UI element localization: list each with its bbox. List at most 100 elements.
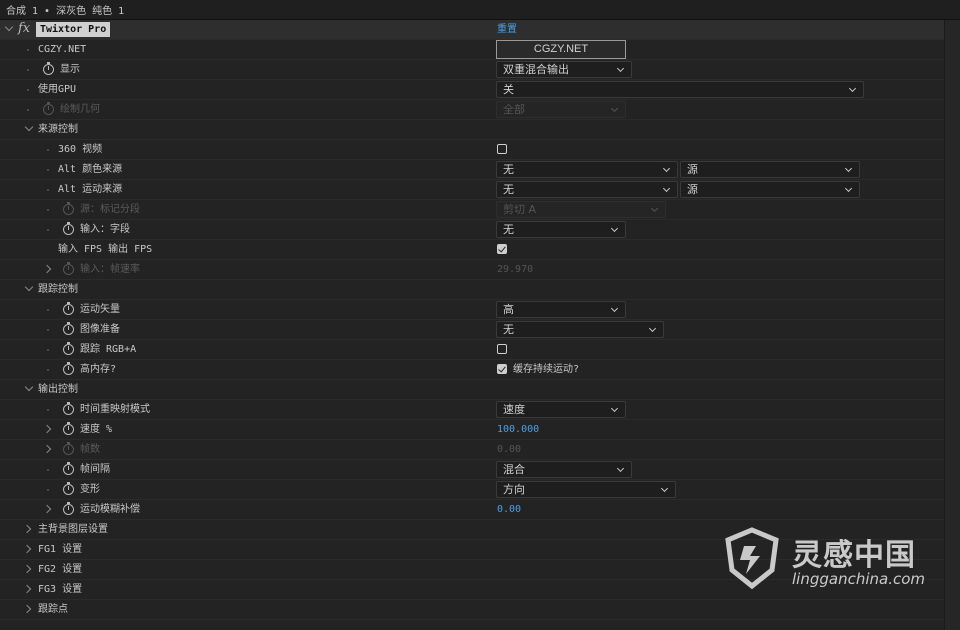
gpu-label: 使用GPU [38, 84, 77, 95]
motion-blur-label: 运动模糊补偿 [80, 504, 140, 515]
remap-mode-label: 时间重映射模式 [80, 404, 150, 415]
speed-value[interactable]: 100.000 [497, 420, 539, 439]
motion-vector-row: 运动矢量 高 [0, 300, 944, 320]
track-points-row[interactable]: 跟踪点 [0, 600, 944, 620]
stopwatch-icon[interactable] [63, 322, 74, 335]
fx-icon[interactable]: fx [18, 21, 30, 36]
fg2-settings-label: FG2 设置 [38, 564, 83, 575]
track-group-label: 跟踪控制 [38, 284, 78, 295]
stopwatch-icon[interactable] [63, 342, 74, 355]
track-rgba-checkbox[interactable] [497, 344, 507, 354]
speed-row: 速度 % 100.000 [0, 420, 944, 440]
row-dot-icon [47, 489, 49, 491]
effect-header-row[interactable]: fx Twixtor Pro 重置 [0, 20, 944, 40]
row-dot-icon [47, 309, 49, 311]
stopwatch-icon[interactable] [63, 362, 74, 375]
video360-row: 360 视频 [0, 140, 944, 160]
alt-motion-label: Alt 运动来源 [58, 184, 123, 195]
cgzy-label: CGZY.NET [38, 44, 87, 55]
chevron-down-icon[interactable] [24, 122, 34, 132]
frames-label: 帧数 [80, 444, 100, 455]
frames-row: 帧数 0.00 [0, 440, 944, 460]
track-rgba-row: 跟踪 RGB+A [0, 340, 944, 360]
chevron-down-icon[interactable] [24, 282, 34, 292]
row-dot-icon [27, 49, 29, 51]
source-group-label: 来源控制 [38, 124, 78, 135]
interpolation-dropdown[interactable]: 混合 [496, 461, 632, 478]
stopwatch-icon [63, 442, 74, 455]
image-prep-row: 图像准备 无 [0, 320, 944, 340]
chevron-right-icon[interactable] [42, 424, 52, 434]
stopwatch-icon[interactable] [63, 302, 74, 315]
stopwatch-icon[interactable] [63, 482, 74, 495]
interpolation-row: 帧间隔 混合 [0, 460, 944, 480]
fg3-settings-label: FG3 设置 [38, 584, 83, 595]
image-prep-label: 图像准备 [80, 324, 120, 335]
warp-dropdown[interactable]: 方向 [496, 481, 676, 498]
motion-blur-value[interactable]: 0.00 [497, 500, 521, 519]
source-mark-label: 源：标记分段 [80, 204, 140, 215]
input-rate-row: 输入：帧速率 29.970 [0, 260, 944, 280]
motion-vector-dropdown[interactable]: 高 [496, 301, 626, 318]
display-label: 显示 [60, 64, 80, 75]
panel-title: 合成 1 • 深灰色 纯色 1 [0, 0, 960, 20]
stopwatch-icon[interactable] [63, 222, 74, 235]
chevron-right-icon[interactable] [22, 604, 32, 614]
stopwatch-icon[interactable] [43, 62, 54, 75]
draw-geometry-dropdown: 全部 [496, 101, 626, 118]
fg1-settings-label: FG1 设置 [38, 544, 83, 555]
chevron-right-icon[interactable] [42, 264, 52, 274]
watermark-logo-icon [725, 527, 779, 590]
stopwatch-icon[interactable] [63, 462, 74, 475]
chevron-right-icon[interactable] [22, 524, 32, 534]
alt-color-dropdown[interactable]: 无 [496, 161, 678, 178]
source-mark-dropdown: 剪切 A [496, 201, 666, 218]
alt-motion-row: Alt 运动来源 无 源 [0, 180, 944, 200]
frames-value: 0.00 [497, 444, 522, 455]
source-mark-row: 源：标记分段 剪切 A [0, 200, 944, 220]
row-dot-icon [27, 89, 29, 91]
output-group-label: 输出控制 [38, 384, 78, 395]
chevron-right-icon[interactable] [22, 584, 32, 594]
video360-checkbox[interactable] [497, 144, 507, 154]
cgzy-button[interactable]: CGZY.NET [496, 40, 626, 59]
cache-label: 缓存持续运动? [513, 364, 580, 375]
scrollbar[interactable] [944, 20, 960, 630]
output-group-row[interactable]: 输出控制 [0, 380, 944, 400]
cache-checkbox[interactable] [497, 364, 507, 374]
reset-link[interactable]: 重置 [497, 20, 517, 39]
alt-motion-dropdown[interactable]: 无 [496, 181, 678, 198]
row-dot-icon [47, 229, 49, 231]
row-dot-icon [47, 329, 49, 331]
watermark: 灵感中国 lingganchina.com [722, 526, 942, 596]
alt-color-source-dropdown[interactable]: 源 [680, 161, 860, 178]
gpu-dropdown[interactable]: 关 [496, 81, 864, 98]
chevron-down-icon[interactable] [24, 382, 34, 392]
row-dot-icon [47, 349, 49, 351]
remap-mode-dropdown[interactable]: 速度 [496, 401, 626, 418]
row-dot-icon [27, 109, 29, 111]
chevron-right-icon[interactable] [22, 564, 32, 574]
high-memory-row: 高内存? 缓存持续运动? [0, 360, 944, 380]
chevron-right-icon[interactable] [42, 444, 52, 454]
alt-motion-source-dropdown[interactable]: 源 [680, 181, 860, 198]
warp-label: 变形 [80, 484, 100, 495]
fps-checkbox[interactable] [497, 244, 507, 254]
stopwatch-icon[interactable] [63, 502, 74, 515]
display-row: 显示 双重混合输出 [0, 60, 944, 80]
draw-geometry-row: 绘制几何 全部 [0, 100, 944, 120]
display-dropdown[interactable]: 双重混合输出 [496, 61, 632, 78]
image-prep-dropdown[interactable]: 无 [496, 321, 664, 338]
gpu-row: 使用GPU 关 [0, 80, 944, 100]
cgzy-row: CGZY.NET CGZY.NET [0, 40, 944, 60]
motion-blur-row: 运动模糊补偿 0.00 [0, 500, 944, 520]
chevron-down-icon[interactable] [4, 22, 14, 32]
chevron-right-icon[interactable] [42, 504, 52, 514]
stopwatch-icon[interactable] [63, 422, 74, 435]
interpolation-label: 帧间隔 [80, 464, 110, 475]
track-group-row[interactable]: 跟踪控制 [0, 280, 944, 300]
input-field-dropdown[interactable]: 无 [496, 221, 626, 238]
chevron-right-icon[interactable] [22, 544, 32, 554]
stopwatch-icon[interactable] [63, 402, 74, 415]
source-group-row[interactable]: 来源控制 [0, 120, 944, 140]
